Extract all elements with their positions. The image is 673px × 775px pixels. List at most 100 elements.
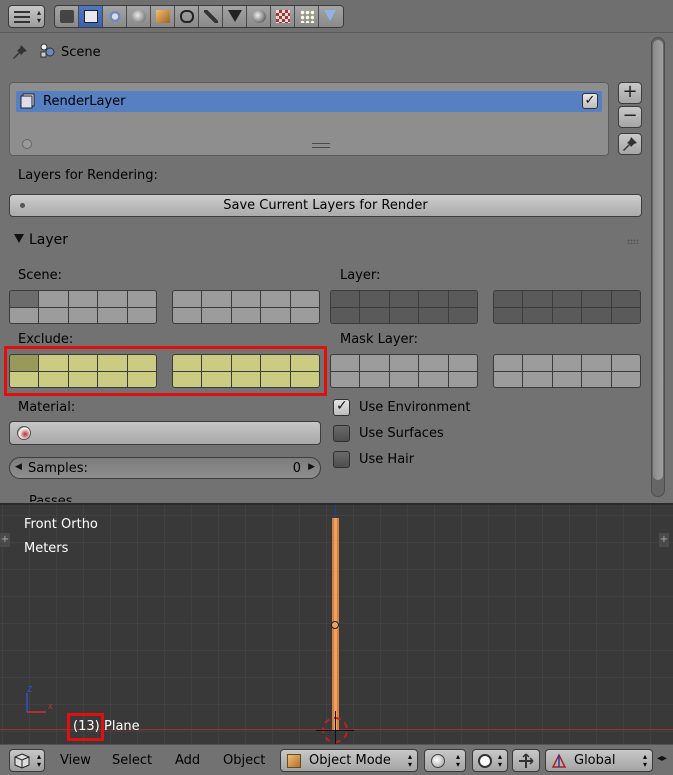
object-origin [331, 621, 339, 629]
properties-editor-icon [14, 11, 30, 23]
tab-data[interactable] [223, 6, 247, 27]
properties-tabs [54, 5, 344, 28]
scrollbar-thumb[interactable] [653, 40, 663, 480]
use-surfaces-checkbox[interactable] [333, 425, 350, 442]
menu-object[interactable]: Object [223, 753, 265, 768]
mask-layers-grid-b[interactable] [493, 354, 641, 388]
properties-shelf-toggle-icon[interactable]: + [659, 533, 669, 547]
use-environment-label: Use Environment [359, 400, 471, 415]
tab-modifiers[interactable] [199, 6, 223, 27]
cube-icon [287, 754, 301, 768]
layer-panel-title: Layer [29, 232, 69, 248]
exclude-highlight-box [4, 346, 327, 396]
samples-field[interactable]: ◀ Samples: 0 ▶ [9, 457, 321, 479]
transform-orientation-dropdown[interactable]: Global ▴ ▾ [545, 749, 653, 772]
chevron-updown-icon: ▴ ▾ [407, 752, 412, 769]
layers-for-rendering-label: Layers for Rendering: [18, 168, 158, 183]
passes-panel-title: Passes [29, 494, 73, 502]
chevron-updown-icon: ▴ ▾ [497, 752, 502, 769]
material-sphere-icon [17, 426, 31, 440]
remove-layer-button[interactable]: − [618, 106, 642, 128]
material-override-field[interactable] [9, 421, 321, 445]
list-resize-grip[interactable] [312, 143, 330, 148]
wrench-icon [204, 10, 218, 23]
properties-scrollbar[interactable] [651, 37, 665, 497]
view-name-label: Front Ortho [24, 517, 98, 532]
chevron-updown-icon: ▴ ▾ [642, 752, 647, 769]
save-layers-button[interactable]: Save Current Layers for Render [9, 194, 642, 217]
context-scene-label: Scene [61, 45, 101, 60]
tab-material[interactable] [247, 6, 271, 27]
tab-world[interactable] [127, 6, 151, 27]
increment-arrow-icon[interactable]: ▶ [308, 462, 315, 472]
header-overflow-icon[interactable]: ◂▸ [657, 753, 667, 764]
scene-layers-grid-b[interactable] [172, 290, 320, 324]
mask-layers-grid-a[interactable] [330, 354, 478, 388]
decrement-arrow-icon[interactable]: ◀ [15, 462, 22, 472]
pin-icon [623, 137, 637, 151]
list-item-render-layer[interactable]: RenderLayer ✓ [16, 91, 602, 112]
toolshelf-toggle-icon[interactable]: + [0, 533, 10, 547]
viewport-header: ▴ ▾ View Select Add Object Object Mode ▴ ▾… [0, 744, 673, 775]
axis-x-letter: X [48, 703, 53, 711]
layer-layers-grid-a[interactable] [330, 290, 478, 324]
chevron-updown-icon: ▴ ▾ [455, 752, 460, 769]
tab-physics[interactable] [319, 6, 343, 27]
tab-render[interactable] [55, 6, 79, 27]
scene-layers-grid-a[interactable] [9, 290, 157, 324]
tab-scene[interactable] [103, 6, 127, 27]
tab-texture[interactable] [271, 6, 295, 27]
scene-layers-label: Scene: [18, 268, 63, 283]
chevron-updown-icon: ▴ ▾ [36, 752, 41, 769]
tab-render-layers[interactable] [79, 6, 103, 27]
panel-drag-grip[interactable] [627, 239, 639, 244]
tab-object[interactable] [151, 6, 175, 27]
camera-icon [60, 10, 74, 23]
samples-label: Samples: [28, 461, 88, 476]
menu-select[interactable]: Select [112, 753, 152, 768]
material-label: Material: [18, 400, 76, 415]
orientation-axes-icon [551, 753, 567, 768]
3d-viewport[interactable]: Front Ortho Meters + + Z X (13) Plane [0, 503, 673, 744]
editor-type-button[interactable]: ▴ ▾ [8, 5, 45, 28]
axis-z-letter: Z [27, 685, 33, 694]
world-icon [132, 10, 146, 23]
use-environment-checkbox[interactable] [333, 398, 350, 416]
material-sphere-icon [252, 10, 266, 23]
manipulator-toggle[interactable] [512, 749, 540, 772]
pin-layer-button[interactable] [618, 133, 642, 155]
pin-icon[interactable] [12, 44, 28, 60]
chevron-updown-icon: ▴ ▾ [36, 8, 41, 25]
add-layer-button[interactable]: + [618, 82, 642, 104]
mask-layer-label: Mask Layer: [340, 332, 419, 347]
render-layer-name: RenderLayer [43, 94, 126, 109]
pivot-point-icon [478, 754, 492, 768]
tab-particles[interactable] [295, 6, 319, 27]
editor-type-button[interactable]: ▴ ▾ [9, 749, 45, 772]
active-object-name: Plane [104, 719, 140, 734]
layer-layers-grid-b[interactable] [493, 290, 641, 324]
transform-manipulator-icon [519, 753, 534, 768]
pivot-point-dropdown[interactable]: ▴ ▾ [472, 749, 508, 772]
use-hair-checkbox[interactable] [333, 451, 350, 468]
tab-constraints[interactable] [175, 6, 199, 27]
mesh-triangle-icon [228, 10, 242, 22]
units-label: Meters [24, 541, 69, 556]
mode-value: Object Mode [309, 753, 391, 768]
list-filter-icon[interactable] [22, 139, 32, 149]
use-surfaces-label: Use Surfaces [359, 426, 444, 441]
passes-panel-header[interactable]: Passes [5, 493, 648, 502]
link-icon [180, 10, 194, 23]
checker-texture-icon [276, 10, 290, 23]
menu-view[interactable]: View [60, 753, 91, 768]
mode-dropdown[interactable]: Object Mode ▴ ▾ [280, 749, 418, 772]
render-layers-icon [84, 10, 98, 23]
render-layer-enabled-checkbox[interactable]: ✓ [582, 93, 598, 109]
button-dot-icon [20, 203, 25, 208]
layer-panel-header[interactable]: Layer [5, 229, 648, 255]
viewport-shading-dropdown[interactable]: ▴ ▾ [424, 749, 466, 772]
collapse-triangle-icon[interactable] [14, 234, 24, 243]
cube-view-icon [14, 753, 30, 769]
3d-cursor[interactable] [316, 711, 354, 744]
menu-add[interactable]: Add [175, 753, 200, 768]
